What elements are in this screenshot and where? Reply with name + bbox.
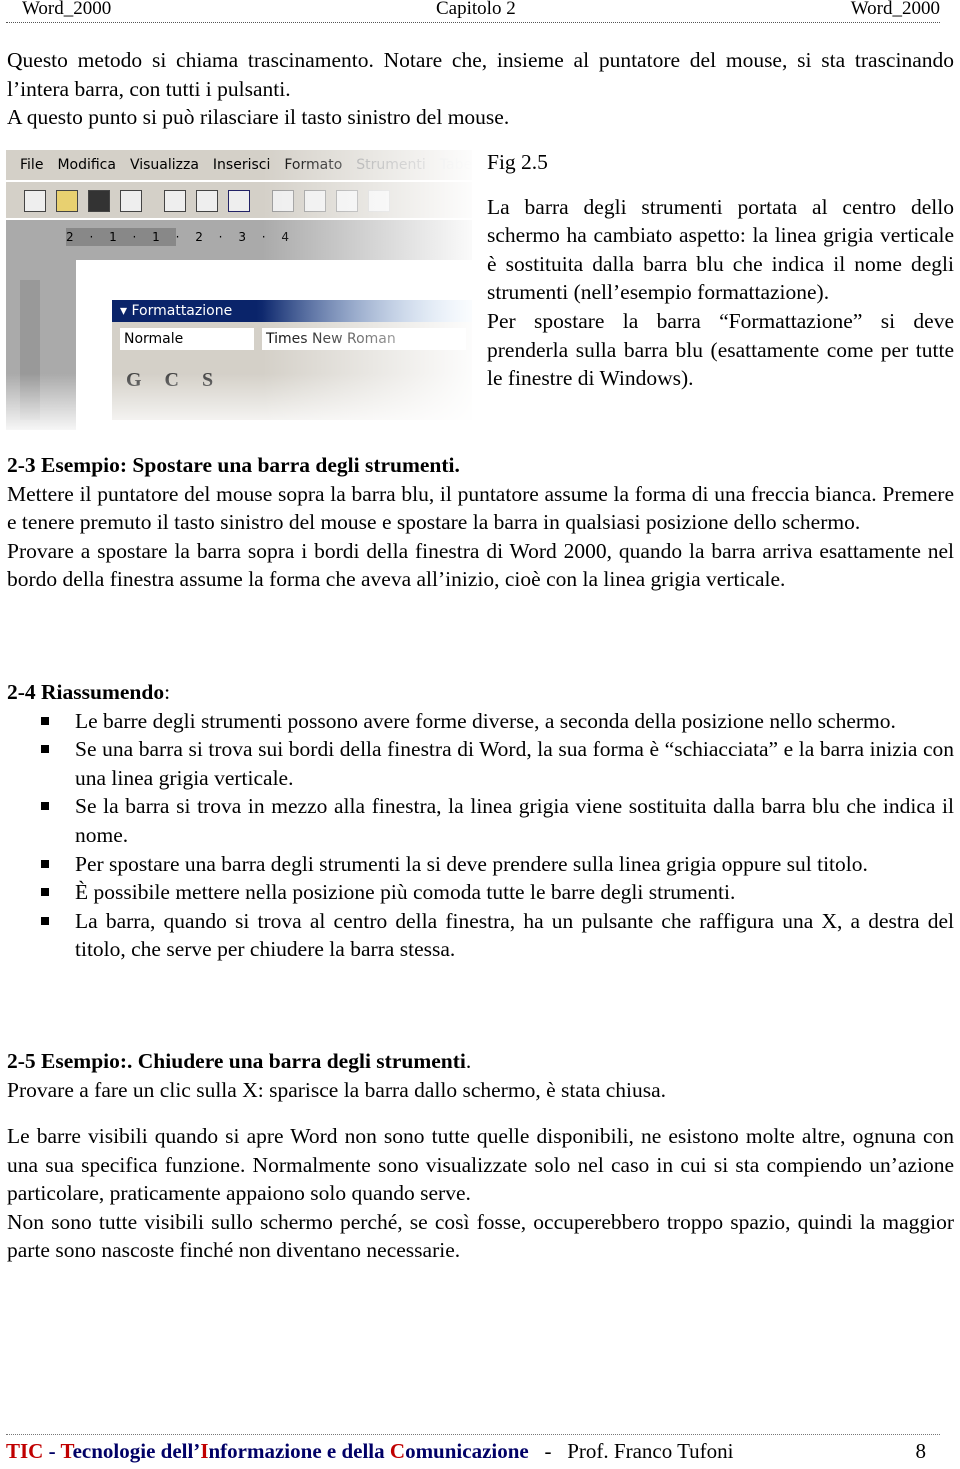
footer-author: - Prof. Franco Tufoni [528, 1439, 734, 1463]
format-painter-icon [368, 190, 390, 212]
menu-item: Inserisci [212, 157, 271, 173]
paragraph: Le barre visibili quando si apre Word no… [7, 1124, 954, 1206]
preview-icon [196, 190, 218, 212]
figure-text: Fig 2.5 La barra degli strumenti portata… [487, 148, 954, 393]
header-center: Capitolo 2 [436, 0, 516, 19]
paragraph: Questo metodo si chiama trascinamento. N… [7, 48, 954, 101]
style-select: Normale [120, 328, 254, 350]
toolbar-title-bar: ▾ Formattazione [112, 300, 472, 322]
save-icon [88, 190, 110, 212]
section-2-5: 2-5 Esempio:. Chiudere una barra degli s… [7, 1047, 954, 1104]
document-page: Word_2000 Capitolo 2 Word_2000 Questo me… [0, 0, 960, 1469]
list-item: Per spostare una barra degli strumenti l… [7, 850, 954, 879]
font-select: Times New Roman [262, 328, 466, 350]
paste-icon [336, 190, 358, 212]
new-icon [24, 190, 46, 212]
figure-screenshot: File Modifica Visualizza Inserisci Formato St… [6, 148, 472, 430]
paragraph: La barra degli strumenti portata al cent… [487, 194, 954, 305]
cut-icon [272, 190, 294, 212]
header-right: Word_2000 [850, 0, 940, 19]
open-icon [56, 190, 78, 212]
menu-item: Tabella [439, 157, 472, 173]
vertical-ruler [6, 260, 76, 430]
page-number: 8 [915, 1439, 927, 1463]
section-heading: 2-4 Riassumendo [7, 680, 165, 704]
menu-bar: File Modifica Visualizza Inserisci Formato St… [6, 150, 472, 180]
menu-item: Visualizza [129, 157, 199, 173]
outro: Le barre visibili quando si apre Word no… [7, 1122, 954, 1265]
horizontal-ruler: 2 · 1 · 1 · 2 · 3 · 4 [6, 220, 472, 260]
floating-toolbar: ▾ Formattazione Normale Times New Roman … [112, 300, 472, 420]
print-icon [164, 190, 186, 212]
page-footer: TIC - Tecnologie dell’Informazione e del… [6, 1434, 940, 1465]
section-heading: 2-3 Esempio: Spostare una barra degli st… [7, 453, 460, 477]
paragraph: Non sono tutte visibili sullo schermo pe… [7, 1209, 954, 1263]
menu-item: Modifica [57, 157, 116, 173]
paragraph: A questo punto si può rilasciare il tast… [7, 105, 510, 130]
intro: Questo metodo si chiama trascinamento. N… [7, 46, 954, 132]
paragraph: Per spostare la barra “Formattazione” si… [487, 308, 954, 391]
paragraph: Provare a spostare la barra sopra i bord… [7, 538, 954, 592]
page-header: Word_2000 Capitolo 2 Word_2000 [6, 0, 940, 23]
paragraph: Mettere il puntatore del mouse sopra la … [7, 481, 954, 535]
list-item: Le barre degli strumenti possono avere f… [7, 707, 954, 736]
list-item: È possibile mettere nella posizione più … [7, 878, 954, 907]
summary-list: Le barre degli strumenti possono avere f… [7, 707, 954, 964]
section-2-4: 2-4 Riassumendo: Le barre degli strument… [7, 678, 954, 964]
copy-icon [304, 190, 326, 212]
section-2-3: 2-3 Esempio: Spostare una barra degli st… [7, 451, 954, 594]
standard-toolbar [6, 182, 472, 218]
email-icon [120, 190, 142, 212]
format-buttons: G C S [126, 369, 214, 391]
section-heading: 2-5 Esempio:. Chiudere una barra degli s… [7, 1049, 466, 1073]
menu-item: File [20, 157, 44, 173]
list-item: Se la barra si trova in mezzo alla fines… [7, 792, 954, 849]
menu-item: Formato [284, 157, 343, 173]
menu-item: Strumenti [356, 157, 426, 173]
header-left: Word_2000 [22, 0, 112, 19]
figure-caption: Fig 2.5 [487, 150, 548, 174]
paragraph: Provare a fare un clic sulla X: sparisce… [7, 1077, 667, 1102]
spellcheck-icon [228, 190, 250, 212]
list-item: La barra, quando si trova al centro dell… [7, 907, 954, 964]
list-item: Se una barra si trova sui bordi della fi… [7, 735, 954, 792]
